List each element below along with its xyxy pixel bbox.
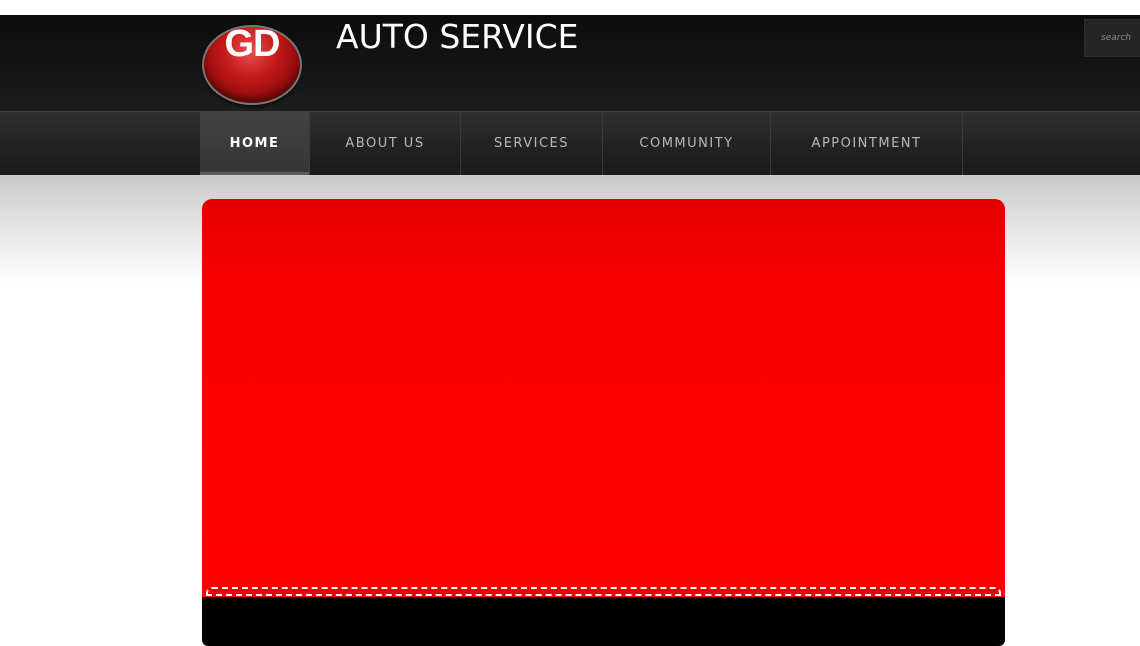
nav-item-label: ABOUT US	[345, 136, 425, 151]
brand-title[interactable]: AUTO SERVICE	[336, 15, 578, 59]
logo-badge[interactable]: GD	[202, 25, 302, 105]
nav-item-label: COMMUNITY	[639, 136, 734, 151]
page: GD AUTO SERVICE HOME ABOUT US SERVICES C…	[0, 0, 1140, 646]
hero-footer-bar	[202, 597, 1005, 646]
nav-items: HOME ABOUT US SERVICES COMMUNITY APPOINT…	[200, 112, 963, 175]
hero-stitch-divider	[206, 587, 1001, 596]
nav-item-community[interactable]: COMMUNITY	[603, 112, 771, 175]
nav-item-label: APPOINTMENT	[811, 136, 922, 151]
nav-item-home[interactable]: HOME	[200, 112, 310, 175]
nav-item-label: SERVICES	[493, 136, 570, 151]
search-box[interactable]	[1084, 19, 1140, 57]
hero-panel	[202, 199, 1005, 599]
main-nav: HOME ABOUT US SERVICES COMMUNITY APPOINT…	[0, 111, 1140, 175]
search-input[interactable]	[1085, 20, 1140, 56]
nav-item-label: HOME	[229, 136, 280, 151]
nav-item-appointment[interactable]: APPOINTMENT	[771, 112, 963, 175]
nav-item-services[interactable]: SERVICES	[461, 112, 603, 175]
nav-item-about-us[interactable]: ABOUT US	[310, 112, 461, 175]
logo-text: GD	[224, 25, 281, 65]
site-header: GD AUTO SERVICE	[0, 15, 1140, 111]
